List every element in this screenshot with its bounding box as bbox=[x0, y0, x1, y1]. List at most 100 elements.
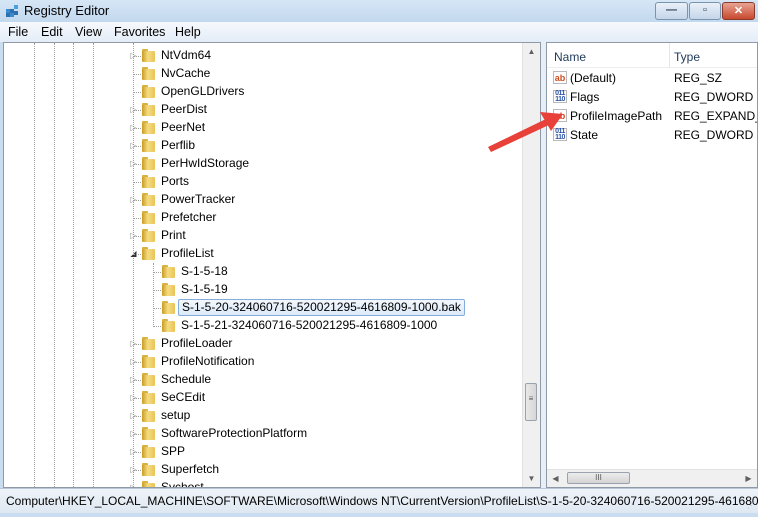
tree-node[interactable]: S-1-5-21-324060716-520021295-4616809-100… bbox=[4, 317, 519, 335]
values-scroll-thumb[interactable]: III bbox=[567, 472, 630, 484]
folder-icon bbox=[141, 192, 157, 207]
folder-icon bbox=[141, 390, 157, 405]
tree-node-label[interactable]: S-1-5-18 bbox=[178, 264, 231, 279]
menu-file[interactable]: File bbox=[8, 25, 28, 39]
tree-node-label[interactable]: Superfetch bbox=[158, 462, 222, 477]
tree-vertical-scrollbar[interactable]: ▲ ≡ ▼ bbox=[522, 43, 540, 487]
maximize-button[interactable]: ▫ bbox=[689, 2, 721, 20]
tree-node[interactable]: ▷ NtVdm64 bbox=[4, 47, 519, 65]
values-horizontal-scrollbar[interactable]: ◀ III ▶ bbox=[547, 469, 757, 487]
tree-node[interactable]: ▷ SoftwareProtectionPlatform bbox=[4, 425, 519, 443]
tree-node[interactable]: ▷ Superfetch bbox=[4, 461, 519, 479]
tree-node[interactable]: S-1-5-18 bbox=[4, 263, 519, 281]
tree-node[interactable]: ▷ Svchost bbox=[4, 479, 519, 487]
tree-node-label[interactable]: ProfileList bbox=[158, 246, 217, 261]
tree-node-label[interactable]: PeerDist bbox=[158, 102, 210, 117]
menu-view[interactable]: View bbox=[75, 25, 102, 39]
folder-icon bbox=[161, 282, 177, 297]
value-type: REG_SZ bbox=[674, 71, 723, 85]
tree-node[interactable]: ▷ SPP bbox=[4, 443, 519, 461]
tree-node-label[interactable]: PowerTracker bbox=[158, 192, 238, 207]
tree-node-label[interactable]: ProfileLoader bbox=[158, 336, 235, 351]
tree-node-label[interactable]: PerHwIdStorage bbox=[158, 156, 252, 171]
close-button[interactable]: ✕ bbox=[722, 2, 755, 20]
tree-node-label[interactable]: Schedule bbox=[158, 372, 214, 387]
key-tree-pane[interactable]: ▷ NtVdm64 NvCache OpenGLDrivers ▷ PeerDist ▷ Pe… bbox=[3, 42, 541, 488]
column-separator[interactable] bbox=[669, 43, 670, 67]
tree-node-label[interactable]: PeerNet bbox=[158, 120, 208, 135]
tree-node-label[interactable]: SeCEdit bbox=[158, 390, 208, 405]
value-row[interactable]: ab (Default) REG_SZ bbox=[547, 69, 757, 88]
tree-node[interactable]: ▷ Print bbox=[4, 227, 519, 245]
status-path: Computer\HKEY_LOCAL_MACHINE\SOFTWARE\Mic… bbox=[6, 494, 758, 508]
tree-node-label[interactable]: S-1-5-20-324060716-520021295-4616809-100… bbox=[178, 299, 465, 316]
value-row[interactable]: 011 110 Flags REG_DWORD bbox=[547, 88, 757, 107]
column-type-header[interactable]: Type bbox=[674, 50, 700, 64]
tree-scroll-thumb[interactable]: ≡ bbox=[525, 383, 537, 421]
tree-node-label[interactable]: NtVdm64 bbox=[158, 48, 214, 63]
folder-icon bbox=[141, 66, 157, 81]
folder-icon bbox=[141, 426, 157, 441]
folder-icon bbox=[161, 264, 177, 279]
tree-node[interactable]: ▷ Perflib bbox=[4, 137, 519, 155]
tree-node-label[interactable]: Perflib bbox=[158, 138, 198, 153]
tree-node[interactable]: ◢ ProfileList bbox=[4, 245, 519, 263]
scroll-right-icon[interactable]: ▶ bbox=[740, 470, 757, 487]
tree-node-label[interactable]: SoftwareProtectionPlatform bbox=[158, 426, 310, 441]
scroll-down-icon[interactable]: ▼ bbox=[523, 470, 540, 487]
tree-node-label[interactable]: Svchost bbox=[158, 480, 207, 487]
tree-node-label[interactable]: S-1-5-21-324060716-520021295-4616809-100… bbox=[178, 318, 440, 333]
tree-node[interactable]: ▷ ProfileLoader bbox=[4, 335, 519, 353]
menu-favorites[interactable]: Favorites bbox=[114, 25, 165, 39]
tree-node[interactable]: Ports bbox=[4, 173, 519, 191]
value-name: ProfileImagePath bbox=[570, 109, 663, 123]
binary-value-icon: 011 110 bbox=[553, 90, 567, 103]
value-row[interactable]: ab ProfileImagePath REG_EXPAND_SZ bbox=[547, 107, 757, 126]
close-icon: ✕ bbox=[733, 5, 744, 17]
tree-node-label[interactable]: S-1-5-19 bbox=[178, 282, 231, 297]
tree-node-label[interactable]: Prefetcher bbox=[158, 210, 219, 225]
folder-icon bbox=[161, 300, 177, 315]
tree-node[interactable]: ▷ SeCEdit bbox=[4, 389, 519, 407]
values-pane[interactable]: Name Type ab (Default) REG_SZ 011 110 Fla… bbox=[546, 42, 758, 488]
scroll-up-icon[interactable]: ▲ bbox=[523, 43, 540, 60]
folder-icon bbox=[141, 138, 157, 153]
registry-editor-icon bbox=[6, 5, 18, 17]
minimize-button[interactable]: — bbox=[655, 2, 688, 20]
tree-node-label[interactable]: ProfileNotification bbox=[158, 354, 257, 369]
tree-node[interactable]: ▷ Schedule bbox=[4, 371, 519, 389]
tree-node[interactable]: ▷ PeerNet bbox=[4, 119, 519, 137]
tree-node[interactable]: ▷ PowerTracker bbox=[4, 191, 519, 209]
value-name: Flags bbox=[570, 90, 600, 104]
value-row[interactable]: 011 110 State REG_DWORD bbox=[547, 126, 757, 145]
scroll-left-icon[interactable]: ◀ bbox=[547, 470, 564, 487]
tree-node[interactable]: NvCache bbox=[4, 65, 519, 83]
tree-guide-line bbox=[153, 263, 154, 327]
folder-icon bbox=[141, 462, 157, 477]
resize-grip-icon[interactable]: ⋰ bbox=[747, 501, 755, 510]
tree-node[interactable]: ▷ PerHwIdStorage bbox=[4, 155, 519, 173]
tree-node-label[interactable]: Print bbox=[158, 228, 189, 243]
tree-node-label[interactable]: setup bbox=[158, 408, 193, 423]
tree-node[interactable]: S-1-5-20-324060716-520021295-4616809-100… bbox=[4, 299, 519, 317]
tree-node[interactable]: OpenGLDrivers bbox=[4, 83, 519, 101]
tree-node[interactable]: S-1-5-19 bbox=[4, 281, 519, 299]
string-value-icon: ab bbox=[553, 109, 567, 122]
window-title: Registry Editor bbox=[24, 3, 110, 18]
menu-edit[interactable]: Edit bbox=[41, 25, 63, 39]
folder-icon bbox=[141, 372, 157, 387]
tree-node-label[interactable]: OpenGLDrivers bbox=[158, 84, 247, 99]
folder-icon bbox=[141, 336, 157, 351]
tree-node-label[interactable]: Ports bbox=[158, 174, 192, 189]
tree-node[interactable]: ▷ PeerDist bbox=[4, 101, 519, 119]
binary-value-icon: 011 110 bbox=[553, 128, 567, 141]
folder-icon bbox=[141, 156, 157, 171]
tree-node[interactable]: ▷ setup bbox=[4, 407, 519, 425]
folder-icon bbox=[141, 84, 157, 99]
tree-node-label[interactable]: SPP bbox=[158, 444, 188, 459]
column-name-header[interactable]: Name bbox=[554, 50, 586, 64]
menu-help[interactable]: Help bbox=[175, 25, 201, 39]
tree-node[interactable]: Prefetcher bbox=[4, 209, 519, 227]
tree-node[interactable]: ▷ ProfileNotification bbox=[4, 353, 519, 371]
tree-node-label[interactable]: NvCache bbox=[158, 66, 213, 81]
